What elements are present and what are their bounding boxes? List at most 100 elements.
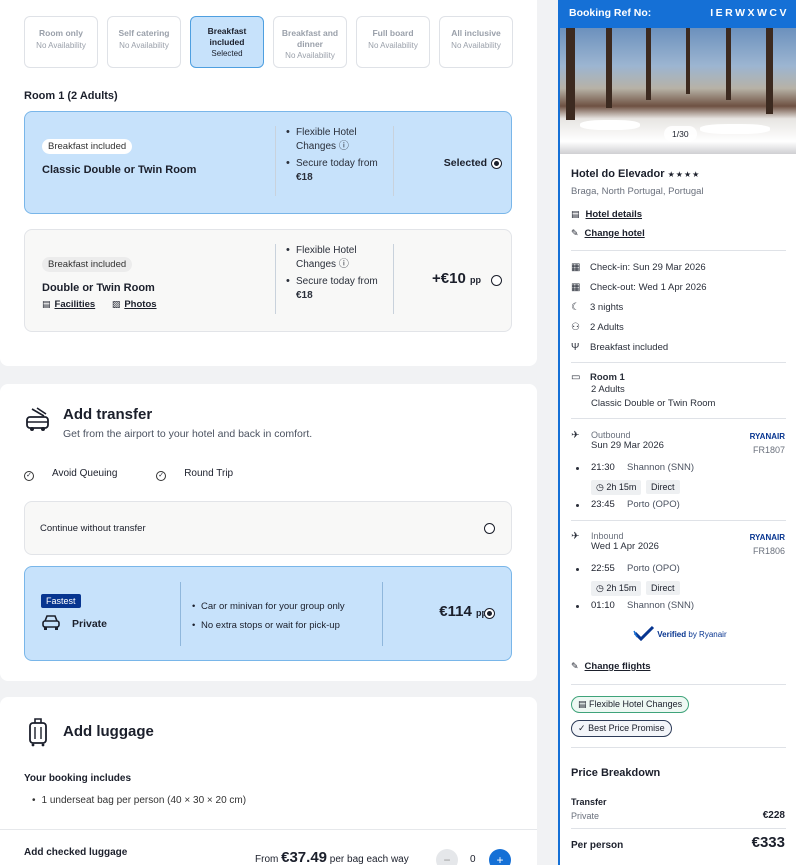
booking-includes-title: Your booking includes: [24, 773, 132, 784]
photos-link[interactable]: Photos: [124, 299, 156, 310]
from-prefix: From: [255, 854, 279, 865]
divider: [393, 244, 394, 314]
calendar-icon: ▦: [571, 282, 581, 293]
private-transfer-radio[interactable]: [484, 608, 495, 619]
facilities-link[interactable]: Facilities: [55, 299, 96, 310]
board-option-status: No Availability: [451, 40, 501, 50]
divider: [571, 362, 786, 363]
hotel-details-text: Hotel details: [585, 209, 643, 220]
divider: [571, 520, 786, 521]
outbound-row: ✈: [571, 430, 590, 441]
ryanair-logo: RYANAIR: [749, 533, 785, 542]
room-radio[interactable]: [491, 158, 502, 169]
board-option-name: All inclusive: [451, 28, 501, 38]
check-out-text: Check-out: Wed 1 Apr 2026: [590, 282, 707, 293]
adults-text: 2 Adults: [590, 322, 624, 333]
outbound-flight-number: FR1807: [752, 445, 785, 455]
board-option-status: No Availability: [36, 40, 86, 50]
room-option-classic[interactable]: Breakfast included Classic Double or Twi…: [24, 111, 512, 214]
private-transfer-option[interactable]: Fastest Private Car or minivan for your …: [24, 566, 512, 661]
info-icon[interactable]: ⓘ: [339, 141, 349, 152]
nights-row: ☾ 3 nights: [571, 302, 623, 313]
from-suffix: per bag each way: [329, 854, 409, 865]
transfer-label: Transfer: [571, 797, 607, 807]
inbound-duration-text: 2h 15m: [606, 583, 637, 593]
board-text: Breakfast included: [590, 342, 669, 353]
change-hotel-text: Change hotel: [584, 228, 645, 239]
change-flights-link[interactable]: ✎ Change flights: [571, 661, 651, 672]
photo-decor: [566, 28, 575, 120]
document-icon: ▤: [42, 299, 51, 309]
room-radio[interactable]: [491, 275, 502, 286]
star-rating-icon: ★★★★: [667, 170, 701, 179]
best-price-text: Best Price Promise: [588, 723, 665, 733]
booking-ref-value: IERWXWCV: [710, 7, 789, 19]
room-feature: Secure today from €18: [286, 274, 395, 303]
no-transfer-radio[interactable]: [484, 523, 495, 534]
outbound-dep-port: Shannon (SNN): [627, 462, 695, 473]
board-option-status: No Availability: [285, 51, 335, 61]
cutlery-icon: Ψ: [571, 342, 580, 353]
check-icon: ✓: [24, 471, 34, 481]
clock-icon: ◷: [596, 482, 604, 492]
room-features: Flexible Hotel Changes ⓘ Secure today fr…: [275, 125, 395, 196]
nights-text: 3 nights: [590, 302, 624, 313]
private-feature: Car or minivan for your group only: [189, 598, 345, 617]
ryanair-logo: RYANAIR: [749, 432, 785, 441]
flexible-changes-text: Flexible Hotel Changes: [589, 699, 683, 709]
luggage-title: Add luggage: [63, 723, 154, 740]
check-in-text: Check-in: Sun 29 Mar 2026: [590, 262, 706, 273]
price-breakdown-title: Price Breakdown: [571, 767, 661, 779]
room-option-double-twin[interactable]: Breakfast included Double or Twin Room ▤…: [24, 229, 512, 332]
board-option-full-board[interactable]: Full board No Availability: [356, 16, 430, 68]
outbound-arr-time: 23:45: [591, 499, 615, 510]
verified-check-icon: [633, 625, 655, 642]
room-selected-label: Selected: [443, 157, 487, 169]
checked-luggage-title: Add checked luggage: [24, 847, 128, 858]
luggage-quantity: 0: [470, 854, 476, 865]
room-adults: 2 Adults: [591, 384, 625, 395]
luggage-decrement-button[interactable]: −: [436, 849, 458, 865]
room-row: ▭ Room 1: [571, 372, 625, 383]
room-board-badge: Breakfast included: [42, 139, 133, 154]
photo-decor: [726, 28, 731, 100]
inbound-arr-port: Shannon (SNN): [627, 600, 695, 611]
room-feature: Secure today from €18: [286, 156, 395, 185]
check-icon: ✓: [156, 471, 167, 481]
plane-icon: ✈: [571, 531, 580, 542]
suitcase-icon: [24, 717, 52, 754]
clock-icon: ◷: [596, 583, 604, 593]
photo-decor: [646, 28, 651, 100]
change-hotel-link[interactable]: ✎ Change hotel: [571, 228, 645, 239]
board-option-status: No Availability: [368, 40, 418, 50]
inbound-flight-number: FR1806: [752, 546, 785, 556]
board-option-breakfast-dinner[interactable]: Breakfast and dinner No Availability: [273, 16, 347, 68]
no-transfer-option[interactable]: Continue without transfer: [24, 501, 512, 555]
board-option-self-catering[interactable]: Self catering No Availability: [107, 16, 181, 68]
plane-icon: ✈: [571, 430, 580, 441]
private-price-value: €114: [439, 603, 472, 620]
fastest-badge: Fastest: [41, 594, 81, 608]
hotel-details-link[interactable]: ▤ Hotel details: [571, 209, 642, 220]
room-selection-card: Room only No Availability Self catering …: [0, 0, 537, 366]
timeline-dot: [576, 504, 579, 507]
photo-decor: [686, 28, 690, 94]
timeline-dot: [576, 605, 579, 608]
pencil-icon: ✎: [571, 661, 579, 671]
board-option-name: Breakfast and dinner: [281, 28, 339, 49]
hotel-location: Braga, North Portugal, Portugal: [571, 186, 704, 197]
divider: [393, 126, 394, 196]
board-option-breakfast[interactable]: Breakfast included Selected: [190, 16, 264, 68]
feature-secure-price: €18: [296, 172, 313, 183]
board-option-room-only[interactable]: Room only No Availability: [24, 16, 98, 68]
outbound-label: Outbound: [591, 430, 631, 440]
room-feature: Flexible Hotel Changes ⓘ: [286, 125, 395, 154]
hotel-photo[interactable]: 1/30: [560, 28, 796, 154]
checked-luggage-price: From €37.49 per bag each way: [255, 849, 409, 865]
transfer-subtitle: Get from the airport to your hotel and b…: [63, 428, 313, 440]
luggage-increment-button[interactable]: +: [489, 849, 511, 865]
info-icon[interactable]: ⓘ: [339, 259, 349, 270]
taxi-icon: [41, 612, 61, 638]
board-option-all-inclusive[interactable]: All inclusive No Availability: [439, 16, 513, 68]
booking-summary: Booking Ref No: IERWXWCV 1/30 Hotel do E…: [558, 0, 796, 865]
